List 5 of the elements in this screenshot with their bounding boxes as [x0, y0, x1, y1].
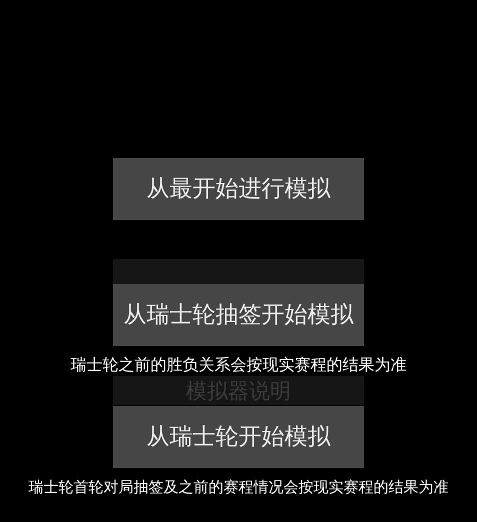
simulate-button[interactable]: 从瑞士轮抽签开始模拟: [113, 284, 364, 346]
simulate-button[interactable]: 从瑞士轮开始模拟: [113, 406, 364, 468]
note-text: 瑞士轮之前的胜负关系会按现实赛程的结果为准: [70, 356, 406, 374]
note-text: 瑞士轮首轮对局抽签及之前的赛程情况会按现实赛程的结果为准: [28, 478, 448, 496]
simulate-button[interactable]: 从最开始进行模拟: [113, 158, 364, 220]
